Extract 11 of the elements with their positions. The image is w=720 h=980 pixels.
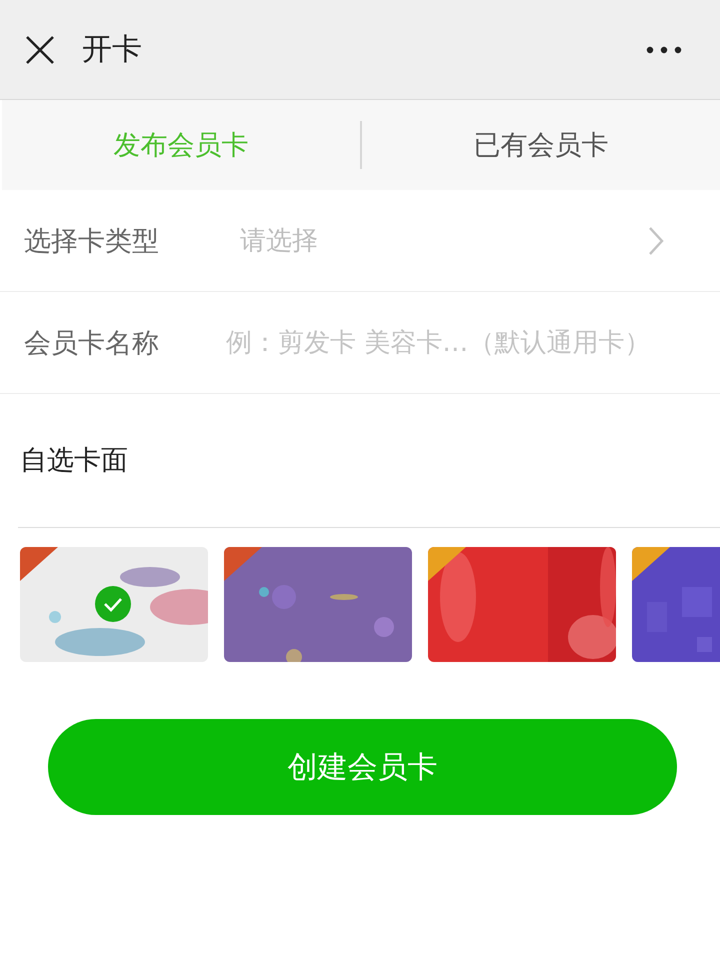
- create-card-button[interactable]: 创建会员卡: [48, 719, 677, 815]
- more-icon[interactable]: [646, 46, 682, 54]
- close-icon[interactable]: [24, 34, 56, 66]
- tab[interactable]: 发布会员卡: [2, 100, 360, 190]
- tab[interactable]: 已有会员卡: [362, 100, 720, 190]
- field-label: 会员卡名称: [24, 326, 160, 360]
- select-field[interactable]: 请选择: [224, 223, 720, 258]
- section-title: 自选卡面: [19, 444, 129, 478]
- page-title: 开卡: [82, 31, 143, 69]
- field-label: 选择卡类型: [24, 224, 160, 258]
- chevron-icon: [648, 226, 664, 256]
